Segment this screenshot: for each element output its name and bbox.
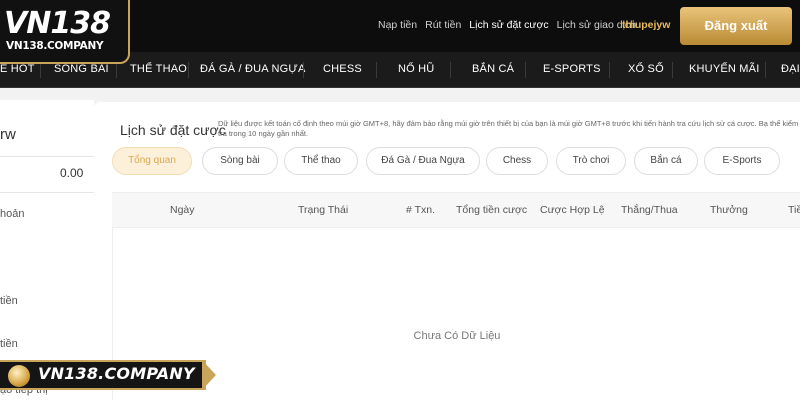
nav-divider xyxy=(609,62,610,78)
tab-esports[interactable]: E-Sports xyxy=(704,147,780,175)
logout-button[interactable]: Đăng xuất xyxy=(680,7,792,45)
tab-overview[interactable]: Tổng quan xyxy=(112,147,192,175)
nav-divider xyxy=(672,62,673,78)
nav-divider xyxy=(303,62,304,78)
empty-state-text: Chưa Có Dữ Liệu xyxy=(413,330,501,342)
column-txn[interactable]: # Txn. xyxy=(406,204,435,216)
nav-divider xyxy=(765,62,766,78)
deposit-link[interactable]: Nạp tiền xyxy=(378,19,417,31)
tab-casino[interactable]: Sòng bài xyxy=(202,147,278,175)
column-valid-bet[interactable]: Cược Hợp Lệ xyxy=(540,204,605,216)
bet-history-panel: Lịch sử đặt cược Dữ liệu được kết toán c… xyxy=(94,102,800,400)
logo-subtext: VN138.COMPANY xyxy=(6,40,104,52)
sidebar-balance: 0.00 xyxy=(60,166,84,180)
nav-divider xyxy=(450,62,451,78)
nav-item-sports[interactable]: THỂ THAO xyxy=(130,63,187,75)
nav-item-hot[interactable]: E HOT xyxy=(0,63,35,75)
nav-item-fishing[interactable]: BẮN CÁ xyxy=(472,63,514,75)
nav-item-cockfight-horse[interactable]: ĐÁ GÀ / ĐUA NGỰA xyxy=(200,63,306,75)
nav-item-agent[interactable]: ĐẠI xyxy=(781,63,800,75)
withdraw-link[interactable]: Rút tiền xyxy=(425,19,461,31)
bet-history-link[interactable]: Lịch sử đặt cược xyxy=(469,19,548,31)
nav-divider xyxy=(376,62,377,78)
nav-item-slots[interactable]: NỔ HŨ xyxy=(398,63,434,75)
column-bonus[interactable]: Thưởng xyxy=(710,204,748,216)
nav-item-chess[interactable]: CHESS xyxy=(323,63,362,75)
watermark-banner: VN138.COMPANY xyxy=(0,360,218,390)
nav-item-casino[interactable]: SÒNG BÀI xyxy=(54,63,109,75)
tab-games[interactable]: Trò chơi xyxy=(556,147,626,175)
nav-item-esports[interactable]: E-SPORTS xyxy=(543,63,601,75)
username[interactable]: thiupejyw xyxy=(622,19,670,31)
nav-divider xyxy=(40,62,41,78)
table-header: Ngày Trạng Thái # Txn. Tổng tiền cược Cư… xyxy=(112,192,800,228)
sidebar-item-withdraw[interactable]: tiền xyxy=(0,295,18,307)
column-amount[interactable]: Tiề xyxy=(788,204,800,216)
column-win-loss[interactable]: Thắng/Thua xyxy=(621,204,678,216)
tab-chess[interactable]: Chess xyxy=(486,147,548,175)
site-logo[interactable]: VN138 VN138.COMPANY xyxy=(0,0,130,64)
tab-fishing[interactable]: Bắn cá xyxy=(634,147,698,175)
sidebar-divider xyxy=(0,192,94,193)
sidebar-item-account[interactable]: hoản xyxy=(0,208,24,220)
column-date[interactable]: Ngày xyxy=(170,204,195,216)
column-status[interactable]: Trạng Thái xyxy=(298,204,348,216)
sidebar-item-funds[interactable]: tiền xyxy=(0,338,18,350)
nav-divider xyxy=(116,62,117,78)
nav-item-lottery[interactable]: XỔ SỐ xyxy=(628,63,664,75)
timezone-note: Dữ liệu được kết toán cố định theo múi g… xyxy=(218,119,799,138)
nav-divider xyxy=(188,62,189,78)
sidebar-username: rw xyxy=(0,126,16,143)
nav-item-promotions[interactable]: KHUYẾN MÃI xyxy=(689,63,759,75)
account-sidebar: rw 0.00 hoản tiền tiền ạo tiếp thị xyxy=(0,100,94,400)
account-links: Nạp tiền Rút tiền Lịch sử đặt cược Lịch … xyxy=(378,19,644,31)
tab-cockfight-horse[interactable]: Đá Gà / Đua Ngựa xyxy=(366,147,480,175)
coin-icon xyxy=(8,365,30,387)
tab-sports[interactable]: Thể thao xyxy=(284,147,358,175)
watermark-arrow xyxy=(202,360,216,390)
watermark-text: VN138.COMPANY xyxy=(38,364,195,383)
nav-divider xyxy=(525,62,526,78)
sidebar-divider xyxy=(0,156,94,157)
column-total-bet[interactable]: Tổng tiền cược xyxy=(456,204,527,216)
logo-text: VN138 xyxy=(4,6,111,41)
page-title: Lịch sử đặt cược xyxy=(120,122,226,138)
